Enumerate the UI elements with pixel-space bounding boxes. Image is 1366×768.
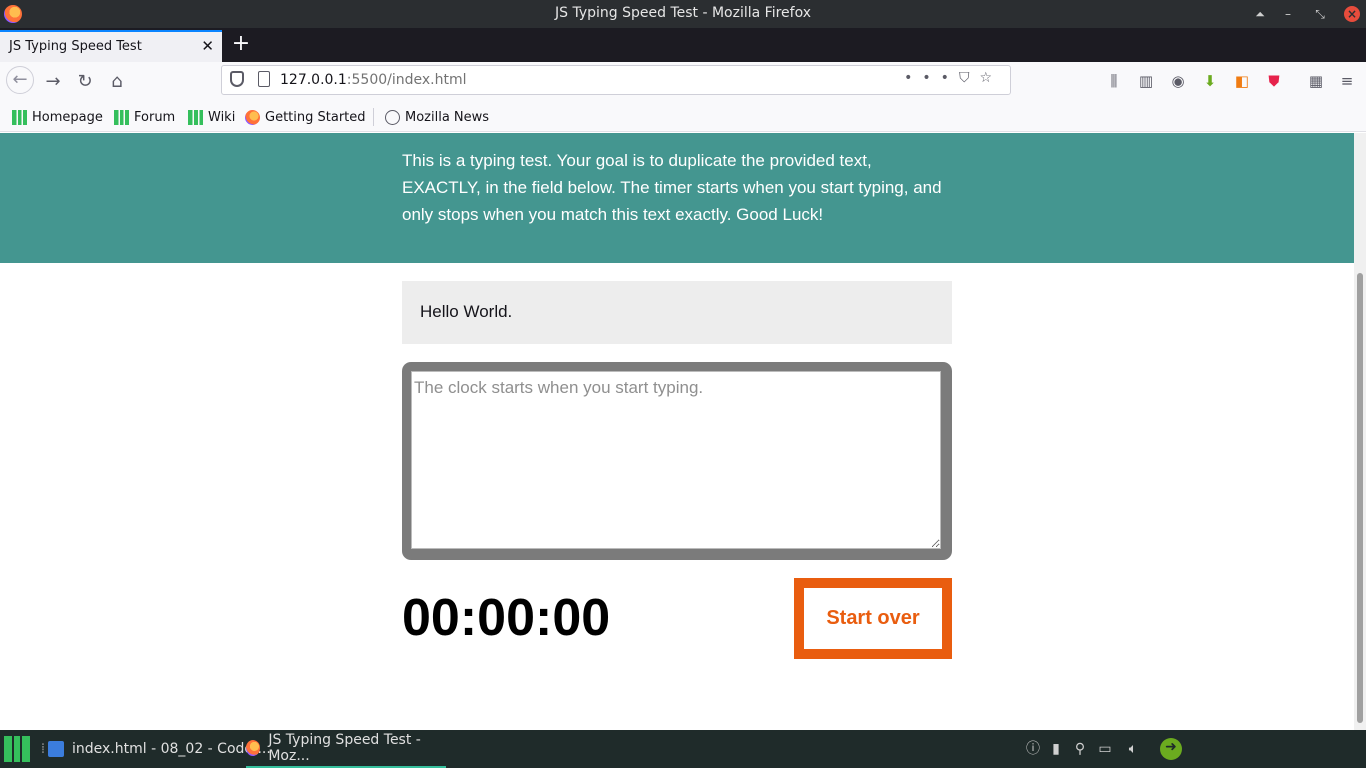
attachment-icon[interactable]: ⚲ xyxy=(1071,740,1089,758)
window-titlebar: JS Typing Speed Test - Mozilla Firefox ⏶… xyxy=(0,0,1366,28)
close-window-icon[interactable]: × xyxy=(1344,6,1360,22)
tab-bar: JS Typing Speed Test ✕ + xyxy=(0,28,1366,62)
back-icon[interactable]: ← xyxy=(6,66,34,94)
intro-text: This is a typing test. Your goal is to d… xyxy=(402,151,942,224)
manjaro-icon xyxy=(188,109,203,125)
taskbar-item-label: index.html - 08_02 - Code ... xyxy=(72,741,271,757)
typing-textarea[interactable] xyxy=(411,371,941,549)
scrollbar-thumb[interactable] xyxy=(1357,273,1363,723)
manjaro-icon xyxy=(114,109,129,125)
ublock-icon[interactable]: ⛊ xyxy=(1264,71,1284,91)
close-tab-icon[interactable]: ✕ xyxy=(201,37,214,55)
page-actions: •••⛉☆ xyxy=(904,70,1002,86)
bookmark-wiki[interactable]: Wiki xyxy=(188,108,235,126)
hamburger-menu-icon[interactable]: ≡ xyxy=(1337,71,1357,91)
info-tray-icon[interactable]: ⓘ xyxy=(1024,740,1042,758)
account-icon[interactable]: ◉ xyxy=(1168,71,1188,91)
tracking-protection-icon[interactable] xyxy=(230,71,244,87)
bookmark-label: Wiki xyxy=(208,109,236,125)
bookmark-star-icon[interactable]: ☆ xyxy=(979,70,1002,86)
volume-icon[interactable]: 🔈︎ xyxy=(1124,740,1142,758)
url-text[interactable]: 127.0.0.1:5500/index.html xyxy=(280,72,467,88)
bookmarks-toolbar: Homepage Forum Wiki Getting Started Mozi… xyxy=(0,100,1366,132)
bookmark-label: Mozilla News xyxy=(405,109,490,125)
taskbar: ⁞ index.html - 08_02 - Code ... JS Typin… xyxy=(0,730,1366,768)
download-extension-icon[interactable]: ⬇ xyxy=(1200,71,1220,91)
url-host: 127.0.0.1 xyxy=(280,72,347,88)
url-path: :5500/index.html xyxy=(346,72,467,88)
bookmark-forum[interactable]: Forum xyxy=(114,108,175,126)
taskbar-item-code[interactable]: index.html - 08_02 - Code ... xyxy=(48,730,271,768)
test-wrapper xyxy=(402,362,952,560)
firefox-icon xyxy=(245,109,260,125)
origin-text: Hello World. xyxy=(420,302,513,321)
sidebar-icon[interactable]: ▥ xyxy=(1136,71,1156,91)
navigation-toolbar: ← → ↻ ⌂ 127.0.0.1:5500/index.html •••⛉☆ … xyxy=(0,62,1366,100)
firefox-icon xyxy=(246,740,261,756)
maximize-icon[interactable]: ⤡ xyxy=(1312,6,1328,22)
keep-above-icon[interactable]: ⏶ xyxy=(1252,6,1268,22)
page-viewport: This is a typing test. Your goal is to d… xyxy=(0,133,1354,730)
reload-icon[interactable]: ↻ xyxy=(72,69,98,95)
origin-text-box: Hello World. xyxy=(402,281,952,344)
tab-typing-test[interactable]: JS Typing Speed Test ✕ xyxy=(0,30,222,62)
home-icon[interactable]: ⌂ xyxy=(104,69,130,95)
clipboard-icon[interactable]: ▮ xyxy=(1047,740,1065,758)
manjaro-icon xyxy=(12,109,27,125)
app-menu-icon[interactable] xyxy=(4,736,30,762)
tab-title: JS Typing Speed Test xyxy=(9,39,142,54)
pocket-icon[interactable]: ⛉ xyxy=(959,70,980,86)
new-tab-icon[interactable]: + xyxy=(230,31,252,57)
page-info-icon[interactable] xyxy=(258,71,270,87)
intro-header: This is a typing test. Your goal is to d… xyxy=(0,133,1354,263)
extensions-icon[interactable]: ▦ xyxy=(1306,71,1326,91)
bookmark-label: Forum xyxy=(134,109,176,125)
address-bar[interactable]: 127.0.0.1:5500/index.html •••⛉☆ xyxy=(221,65,1011,95)
timer: 00:00:00 xyxy=(402,589,611,647)
globe-icon xyxy=(385,109,400,125)
taskbar-item-label: JS Typing Speed Test - Moz... xyxy=(268,732,421,764)
page-scrollbar[interactable] xyxy=(1354,133,1366,730)
page-actions-menu-icon[interactable]: ••• xyxy=(904,70,959,86)
window-title: JS Typing Speed Test - Mozilla Firefox xyxy=(555,5,811,21)
vscode-icon xyxy=(48,741,64,757)
update-icon[interactable]: ➜ xyxy=(1160,738,1182,760)
minimize-icon[interactable]: – xyxy=(1280,6,1296,22)
start-over-button[interactable]: Start over xyxy=(794,578,952,659)
extension-orange-icon[interactable]: ◧ xyxy=(1232,71,1252,91)
bookmark-label: Getting Started xyxy=(265,109,366,125)
bookmark-mozilla-news[interactable]: Mozilla News xyxy=(385,108,489,126)
taskbar-item-firefox[interactable]: JS Typing Speed Test - Moz... xyxy=(246,730,446,768)
library-icon[interactable]: ⫼ xyxy=(1104,71,1124,91)
forward-icon[interactable]: → xyxy=(40,69,66,95)
bookmark-label: Homepage xyxy=(32,109,103,125)
display-icon[interactable]: ▭ xyxy=(1096,740,1114,758)
bookmark-separator xyxy=(373,108,374,126)
bookmark-getting-started[interactable]: Getting Started xyxy=(245,108,366,126)
bookmark-homepage[interactable]: Homepage xyxy=(12,108,103,126)
